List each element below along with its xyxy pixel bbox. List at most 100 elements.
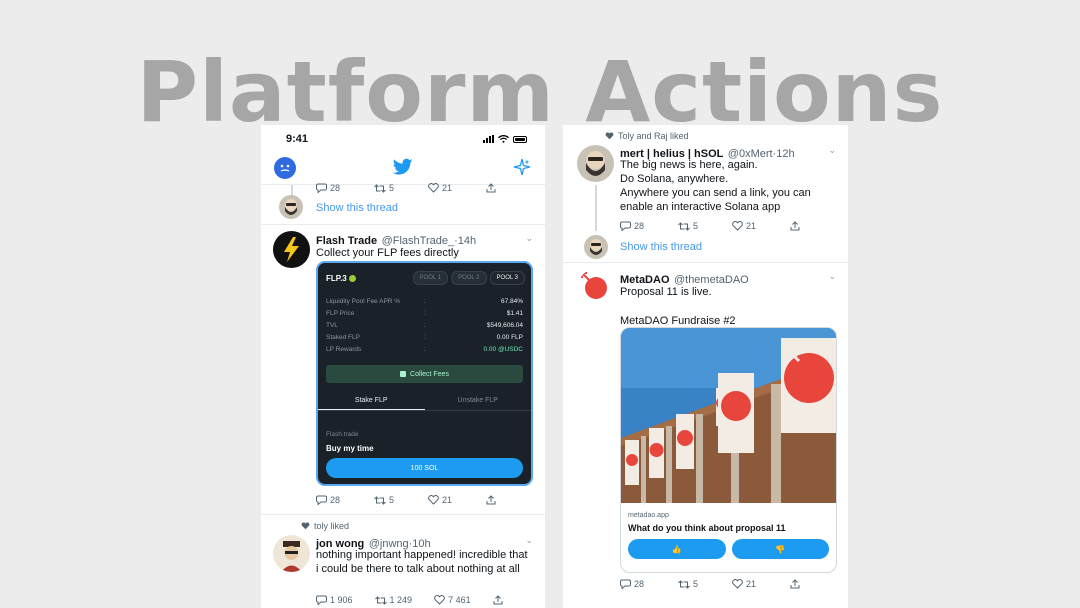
author-avatar[interactable] bbox=[579, 269, 611, 301]
pool-2-button[interactable]: POOL 2 bbox=[451, 271, 487, 285]
vote-buttons: 👍 👎 bbox=[621, 533, 836, 559]
tweet-text-line-2: MetaDAO Fundraise #2 bbox=[620, 315, 736, 327]
card-title: What do you think about proposal 11 bbox=[628, 523, 786, 533]
heart-icon bbox=[434, 595, 445, 605]
tweet-actions: 28 5 21 bbox=[316, 183, 496, 193]
show-thread-link[interactable]: Show this thread bbox=[316, 202, 398, 214]
show-thread-link[interactable]: Show this thread bbox=[620, 241, 702, 253]
share-icon bbox=[486, 495, 496, 505]
tweet-text: The big news is here, again. Do Solana, … bbox=[620, 159, 811, 213]
status-icons bbox=[483, 135, 527, 143]
reply-button[interactable]: 28 bbox=[620, 579, 644, 589]
chevron-down-icon[interactable]: ⌄ bbox=[828, 271, 836, 282]
tab-stake-flp[interactable]: Stake FLP bbox=[318, 393, 425, 410]
pool-3-button[interactable]: POOL 3 bbox=[489, 271, 525, 285]
retweet-icon bbox=[374, 595, 387, 605]
share-button[interactable] bbox=[486, 183, 496, 193]
thumbs-up-icon: 👍 bbox=[671, 544, 682, 554]
battery-icon bbox=[513, 135, 527, 143]
vote-down-button[interactable]: 👎 bbox=[731, 539, 829, 559]
share-icon bbox=[790, 579, 800, 589]
author-avatar-small[interactable] bbox=[584, 235, 608, 259]
reply-icon bbox=[620, 221, 631, 231]
flp-logo: FLP.3 bbox=[326, 274, 356, 283]
like-button[interactable]: 21 bbox=[428, 183, 452, 193]
heart-icon bbox=[732, 221, 743, 231]
reply-button[interactable]: 28 bbox=[316, 183, 340, 193]
tweet-actions: 1 906 1 249 7 461 bbox=[316, 595, 503, 605]
thumbs-down-icon: 👎 bbox=[775, 544, 786, 554]
chevron-down-icon[interactable]: ⌄ bbox=[525, 233, 533, 244]
reply-button[interactable]: 1 906 bbox=[316, 595, 353, 605]
author-avatar[interactable] bbox=[273, 231, 310, 268]
stat-row: LP Rewards:0.00 @USDC bbox=[326, 345, 523, 353]
retweet-button[interactable]: 5 bbox=[374, 495, 394, 505]
stat-row: TVL: $549,606.04 bbox=[326, 321, 523, 329]
share-button[interactable] bbox=[486, 495, 496, 505]
share-icon bbox=[486, 183, 496, 193]
retweet-button[interactable]: 5 bbox=[678, 579, 698, 589]
retweet-button[interactable]: 1 249 bbox=[374, 595, 412, 605]
building-banners-image[interactable] bbox=[621, 328, 837, 503]
tweet-actions: 28 5 21 bbox=[620, 221, 800, 231]
reply-button[interactable]: 28 bbox=[620, 221, 644, 231]
retweet-icon bbox=[374, 495, 386, 505]
like-button[interactable]: 7 461 bbox=[434, 595, 471, 605]
top-nav bbox=[261, 153, 545, 185]
like-button[interactable]: 21 bbox=[428, 495, 452, 505]
share-icon bbox=[790, 221, 800, 231]
reply-icon bbox=[316, 495, 327, 505]
status-bar: 9:41 bbox=[261, 125, 545, 153]
flash-trade-card: FLP.3 POOL 1 POOL 2 POOL 3 Liquidity Poo… bbox=[316, 261, 533, 486]
share-icon bbox=[493, 595, 503, 605]
card-header: FLP.3 POOL 1 POOL 2 POOL 3 bbox=[318, 263, 531, 291]
pool-1-button[interactable]: POOL 1 bbox=[412, 271, 449, 285]
chevron-down-icon[interactable]: ⌄ bbox=[828, 145, 836, 156]
reply-icon bbox=[620, 579, 631, 589]
author-avatar[interactable] bbox=[279, 195, 303, 219]
tweet-jon-wong: toly liked jon wong @jnwng·10h ⌄ nothing… bbox=[261, 515, 545, 608]
profile-avatar[interactable] bbox=[274, 157, 296, 179]
reply-icon bbox=[316, 595, 327, 605]
chevron-down-icon[interactable]: ⌄ bbox=[525, 535, 533, 546]
vote-up-button[interactable]: 👍 bbox=[628, 539, 726, 559]
tweet-actions: 28 5 21 bbox=[316, 495, 496, 505]
tweet-mert: Toly and Raj liked mert | helius | hSOL … bbox=[563, 125, 848, 263]
left-phone-screen: 9:41 28 5 21 Show this thread Flash Trad… bbox=[261, 125, 545, 608]
heart-icon bbox=[428, 495, 439, 505]
right-phone-screen: Toly and Raj liked mert | helius | hSOL … bbox=[563, 125, 848, 608]
wifi-icon bbox=[498, 135, 509, 143]
stat-row: Staked FLP:0.00 FLP bbox=[326, 333, 523, 341]
retweet-icon bbox=[374, 183, 386, 193]
tweet-flash-trade: Flash Trade @FlashTrade_·14h ⌄ Collect y… bbox=[261, 225, 545, 515]
share-button[interactable] bbox=[790, 579, 800, 589]
collect-fees-button[interactable]: Collect Fees bbox=[326, 365, 523, 383]
stat-row: FLP Price: $1.41 bbox=[326, 309, 523, 317]
status-time: 9:41 bbox=[286, 133, 309, 145]
tweet-metadao: MetaDAO @themetaDAO ⌄ Proposal 11 is liv… bbox=[563, 263, 848, 608]
signal-icon bbox=[483, 135, 494, 143]
hero-title: Platform Actions bbox=[136, 43, 944, 141]
author-avatar[interactable] bbox=[577, 145, 614, 182]
heart-filled-icon bbox=[301, 522, 310, 530]
tweet-text: nothing important happened! incredible t… bbox=[316, 549, 528, 575]
reply-button[interactable]: 28 bbox=[316, 495, 340, 505]
metadao-card: metadao.app What do you think about prop… bbox=[620, 327, 837, 573]
share-button[interactable] bbox=[493, 595, 503, 605]
stats-table: Liquidity Pool Fee APR %:67.84% FLP Pric… bbox=[318, 291, 531, 359]
tab-unstake-flp[interactable]: Unstake FLP bbox=[425, 393, 532, 410]
like-button[interactable]: 21 bbox=[732, 579, 756, 589]
liked-by-line: toly liked bbox=[301, 521, 349, 531]
liked-by-line: Toly and Raj liked bbox=[605, 131, 689, 141]
retweet-button[interactable]: 5 bbox=[374, 183, 394, 193]
buy-button[interactable]: 100 SOL bbox=[326, 458, 523, 478]
reply-icon bbox=[316, 183, 327, 193]
author-avatar[interactable] bbox=[273, 535, 310, 572]
thread-stub: 28 5 21 Show this thread bbox=[261, 183, 545, 225]
share-button[interactable] bbox=[790, 221, 800, 231]
sparkle-icon[interactable] bbox=[513, 158, 531, 176]
retweet-icon bbox=[678, 221, 690, 231]
retweet-button[interactable]: 5 bbox=[678, 221, 698, 231]
twitter-bird-icon bbox=[393, 158, 413, 175]
like-button[interactable]: 21 bbox=[732, 221, 756, 231]
